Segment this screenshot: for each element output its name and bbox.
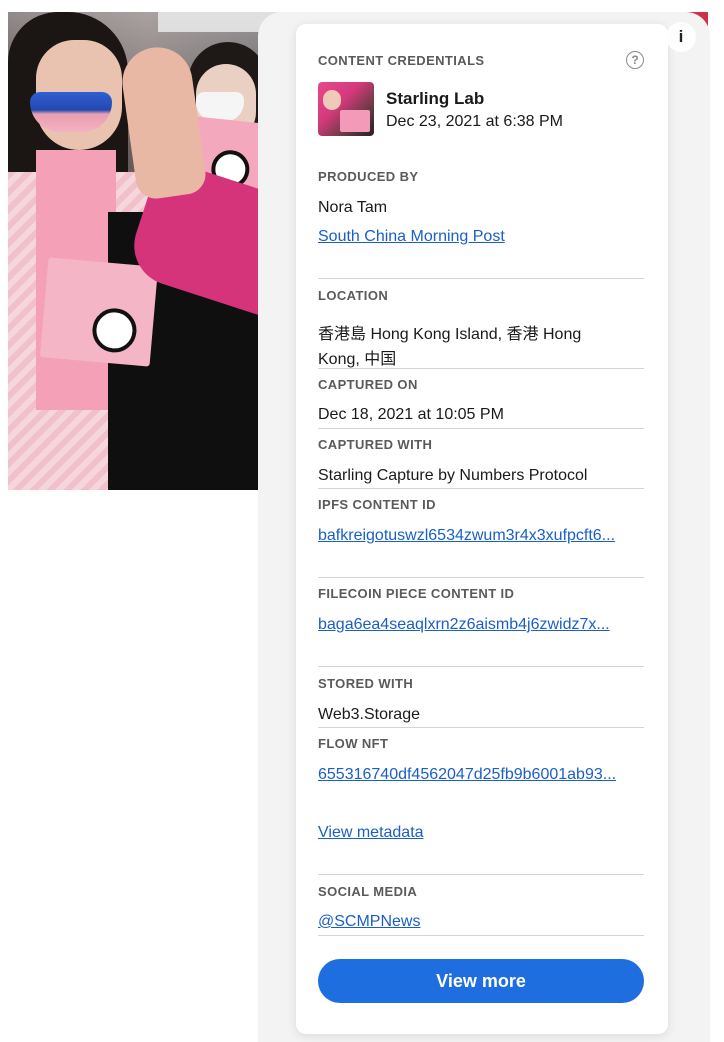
producer-name: Nora Tam bbox=[318, 199, 388, 216]
captured-on-value: Dec 18, 2021 at 10:05 PM bbox=[318, 406, 504, 423]
divider bbox=[318, 368, 644, 369]
location-label: LOCATION bbox=[318, 288, 389, 303]
divider bbox=[318, 935, 644, 936]
divider bbox=[318, 727, 644, 728]
face-mask bbox=[30, 92, 112, 132]
social-media-label: SOCIAL MEDIA bbox=[318, 884, 418, 899]
stored-with-value: Web3.Storage bbox=[318, 706, 420, 723]
social-handle-link[interactable]: @SCMPNews bbox=[318, 913, 420, 931]
panel-title: CONTENT CREDENTIALS bbox=[318, 53, 485, 68]
signed-date: Dec 23, 2021 at 6:38 PM bbox=[386, 113, 563, 130]
produced-by-label: PRODUCED BY bbox=[318, 169, 419, 184]
signer-name: Starling Lab bbox=[386, 89, 485, 108]
stored-with-label: STORED WITH bbox=[318, 676, 414, 691]
info-icon[interactable]: i bbox=[666, 22, 696, 52]
view-metadata-link[interactable]: View metadata bbox=[318, 824, 424, 842]
divider bbox=[318, 278, 644, 279]
flow-nft-link[interactable]: 655316740df4562047d25fb9b6001ab93... bbox=[318, 766, 640, 784]
producer-org-link[interactable]: South China Morning Post bbox=[318, 228, 505, 246]
captured-with-value: Starling Capture by Numbers Protocol bbox=[318, 467, 588, 484]
location-line-2: Kong, 中国 bbox=[318, 351, 397, 368]
divider bbox=[318, 428, 644, 429]
view-more-button[interactable]: View more bbox=[318, 959, 644, 1003]
divider bbox=[318, 666, 644, 667]
flow-nft-label: FLOW NFT bbox=[318, 736, 389, 751]
filecoin-piece-cid-link[interactable]: baga6ea4seaqlxrn2z6aismb4j6zwidz7x... bbox=[318, 616, 640, 634]
divider bbox=[318, 874, 644, 875]
thumbnail bbox=[318, 82, 374, 136]
divider bbox=[318, 488, 644, 489]
captured-with-label: CAPTURED WITH bbox=[318, 437, 433, 452]
help-icon[interactable]: ? bbox=[626, 51, 644, 69]
divider bbox=[318, 577, 644, 578]
location-line-1: 香港島 Hong Kong Island, 香港 Hong bbox=[318, 326, 582, 343]
ipfs-label: IPFS CONTENT ID bbox=[318, 497, 436, 512]
ipfs-content-id-link[interactable]: bafkreigotuswzl6534zwum3r4x3xufpcft6... bbox=[318, 527, 640, 545]
campaign-flyer bbox=[39, 257, 159, 367]
filecoin-label: FILECOIN PIECE CONTENT ID bbox=[318, 586, 515, 601]
captured-on-label: CAPTURED ON bbox=[318, 377, 418, 392]
